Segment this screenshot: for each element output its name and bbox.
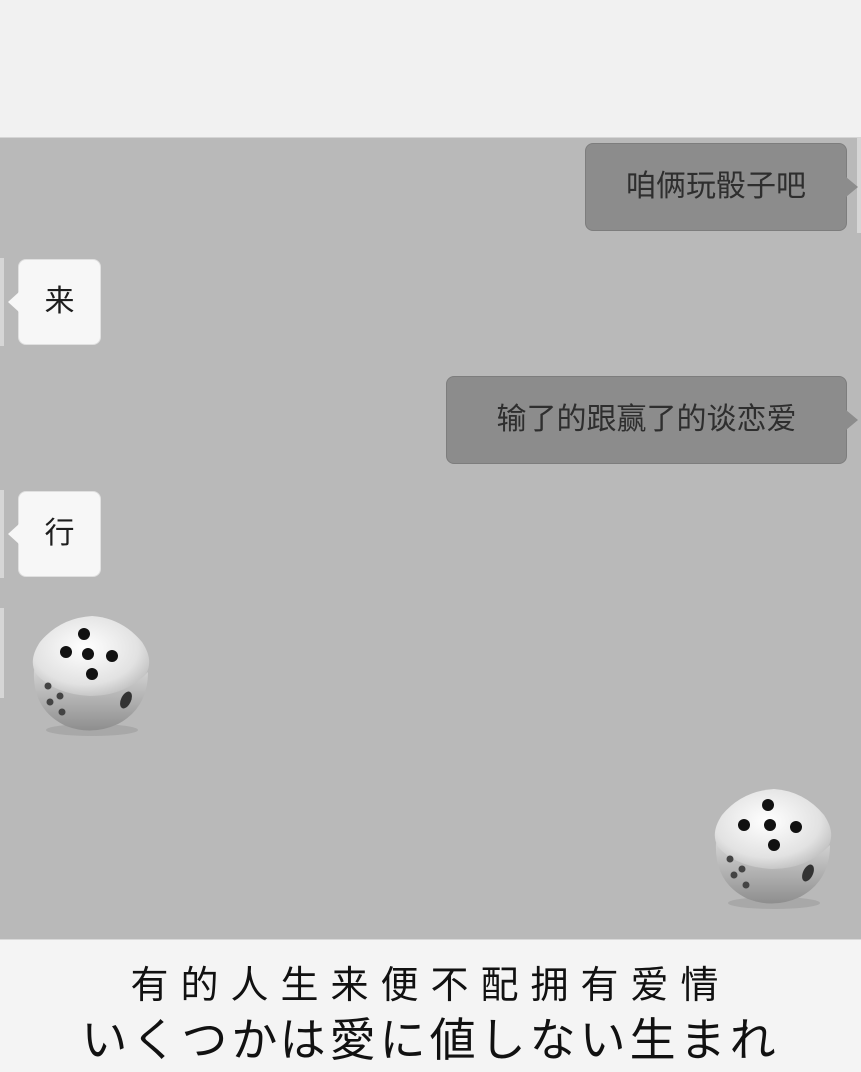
message-text: 输了的跟赢了的谈恋爱 — [496, 402, 797, 437]
message-text: 来 — [44, 284, 75, 319]
message-bubble-received[interactable]: 行 — [8, 491, 101, 577]
top-blank-area — [0, 0, 861, 137]
caption-japanese: いくつかは愛に値しない生まれ — [81, 1013, 780, 1067]
message-bubble-sent[interactable]: 输了的跟赢了的谈恋爱 — [446, 376, 858, 464]
left-edge-mark — [0, 608, 4, 698]
dice-icon — [32, 616, 150, 736]
dice-message-received[interactable] — [26, 612, 156, 741]
message-text: 行 — [44, 516, 75, 551]
dice-icon — [714, 789, 832, 909]
message-bubble-sent[interactable]: 咱俩玩骰子吧 — [585, 143, 858, 231]
message-text: 咱俩玩骰子吧 — [626, 169, 806, 204]
dice-message-sent[interactable] — [708, 783, 838, 915]
message-bubble-received[interactable]: 来 — [8, 259, 101, 345]
caption-chinese: 有的人生来便不配拥有爱情 — [130, 963, 731, 1007]
left-edge-mark — [0, 258, 4, 346]
left-edge-mark — [0, 490, 4, 578]
